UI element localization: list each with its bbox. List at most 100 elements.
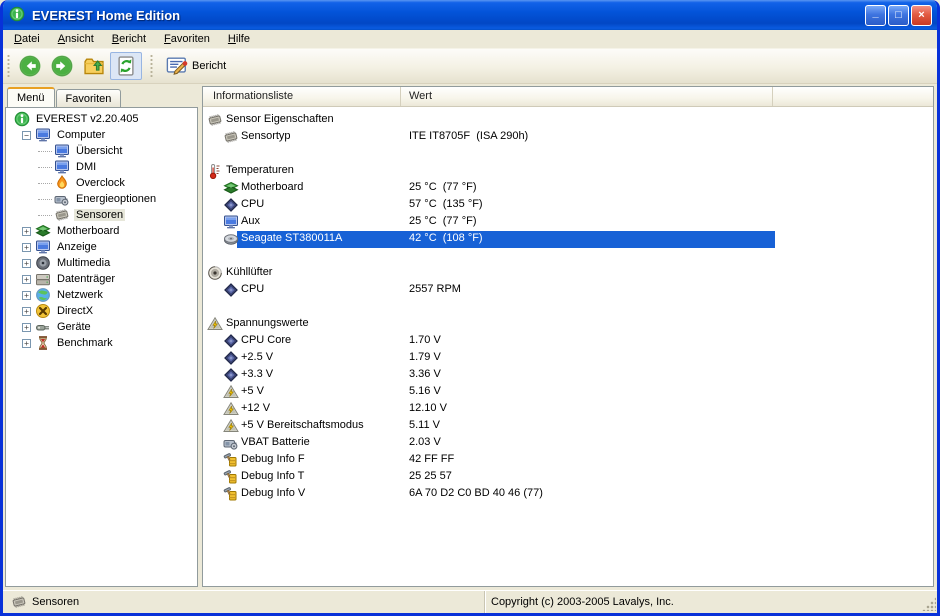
expand-toggle[interactable]: + — [22, 339, 31, 348]
row-label: +12 V — [241, 402, 270, 414]
tree-item-everest-v2-20-405[interactable]: EVEREST v2.20.405 — [8, 111, 197, 127]
row-label: Motherboard — [241, 181, 303, 193]
menu-datei[interactable]: Datei — [5, 31, 49, 48]
tree-item-motherboard[interactable]: +Motherboard — [8, 223, 197, 239]
row-label: Sensor Eigenschaften — [226, 113, 334, 125]
expand-toggle[interactable]: + — [22, 307, 31, 316]
cpu-icon — [223, 197, 239, 213]
everest-app-icon — [9, 6, 27, 24]
app-window: EVEREST Home Edition _ □ × DateiAnsichtB… — [0, 0, 940, 616]
status-section-right: Copyright (c) 2003-2005 Lavalys, Inc. — [485, 591, 922, 613]
info-row-debug-info-v[interactable]: Debug Info V6A 70 D2 C0 BD 40 46 (77) — [203, 486, 933, 503]
info-row--2-5-v[interactable]: +2.5 V1.79 V — [203, 350, 933, 367]
section-header-k-hll-fter[interactable]: Kühllüfter — [203, 265, 933, 282]
expand-toggle[interactable]: + — [22, 259, 31, 268]
title-bar[interactable]: EVEREST Home Edition _ □ × — [3, 0, 937, 30]
sidebar-tabs: MenüFavoriten — [5, 86, 198, 107]
report-button[interactable]: Bericht — [158, 52, 234, 80]
expand-toggle[interactable]: + — [22, 243, 31, 252]
row-label: CPU — [241, 198, 264, 210]
sensors-icon — [223, 129, 239, 145]
tree-item-energieoptionen[interactable]: Energieoptionen — [8, 191, 197, 207]
forward-icon — [51, 55, 73, 77]
info-row-sensortyp[interactable]: SensortypITE IT8705F (ISA 290h) — [203, 129, 933, 146]
tree-item-datentr-ger[interactable]: +Datenträger — [8, 271, 197, 287]
row-value: 12.10 V — [409, 402, 447, 414]
folder-up-button[interactable] — [78, 52, 110, 80]
menu-ansicht[interactable]: Ansicht — [49, 31, 103, 48]
tree-item-netzwerk[interactable]: +Netzwerk — [8, 287, 197, 303]
info-row--12-v[interactable]: +12 V 12.10 V — [203, 401, 933, 418]
row-label: Temperaturen — [226, 164, 294, 176]
section-header-sensor-eigenschaften[interactable]: Sensor Eigenschaften — [203, 112, 933, 129]
copyright-text: Copyright (c) 2003-2005 Lavalys, Inc. — [491, 596, 674, 608]
menu-bericht[interactable]: Bericht — [103, 31, 155, 48]
expand-toggle[interactable]: + — [22, 227, 31, 236]
menu-hilfe[interactable]: Hilfe — [219, 31, 259, 48]
tree-item-sensoren[interactable]: Sensoren — [8, 207, 197, 223]
info-row-debug-info-f[interactable]: Debug Info F42 FF FF — [203, 452, 933, 469]
row-value: 6A 70 D2 C0 BD 40 46 (77) — [409, 487, 543, 499]
column-header-wert[interactable]: Wert — [401, 87, 773, 106]
back-button[interactable] — [14, 52, 46, 80]
tree-item-computer[interactable]: −Computer — [8, 127, 197, 143]
motherboard-icon — [35, 223, 51, 239]
cpu-icon — [223, 333, 239, 349]
section-header-temperaturen[interactable]: Temperaturen — [203, 163, 933, 180]
row-label: Debug Info F — [241, 453, 305, 465]
info-row-seagate-st380011a[interactable]: Seagate ST380011A42 °C (108 °F) — [203, 231, 933, 248]
row-value: 5.16 V — [409, 385, 441, 397]
sensors-status-icon — [11, 594, 27, 610]
forward-button[interactable] — [46, 52, 78, 80]
toolbar-grip-2[interactable] — [150, 54, 153, 78]
collapse-toggle[interactable]: − — [22, 131, 31, 140]
expand-toggle[interactable]: + — [22, 323, 31, 332]
tree-item-label: Geräte — [55, 321, 93, 333]
minimize-button[interactable]: _ — [865, 5, 886, 26]
refresh-button[interactable] — [110, 52, 142, 80]
info-row--5-v-bereitschaftsmodus[interactable]: +5 V Bereitschaftsmodus5.11 V — [203, 418, 933, 435]
status-section-left: Sensoren — [3, 591, 485, 613]
overclock-icon — [54, 175, 70, 191]
row-label: Sensortyp — [241, 130, 291, 142]
tree-item--bersicht[interactable]: Übersicht — [8, 143, 197, 159]
info-row-cpu[interactable]: CPU2557 RPM — [203, 282, 933, 299]
toolbar-grip[interactable] — [7, 54, 10, 78]
tab-favoriten[interactable]: Favoriten — [56, 89, 122, 108]
info-row-debug-info-t[interactable]: Debug Info T25 25 57 — [203, 469, 933, 486]
devices-icon — [35, 319, 51, 335]
folder-up-icon — [83, 55, 105, 77]
tree-item-overclock[interactable]: Overclock — [8, 175, 197, 191]
row-label: Spannungswerte — [226, 317, 309, 329]
tree-item-multimedia[interactable]: +Multimedia — [8, 255, 197, 271]
column-header-informationsliste[interactable]: Informationsliste — [203, 87, 401, 106]
row-label: Seagate ST380011A — [241, 232, 342, 244]
overview-icon — [54, 143, 70, 159]
maximize-button[interactable]: □ — [888, 5, 909, 26]
tree-item-directx[interactable]: +DirectX — [8, 303, 197, 319]
expand-toggle[interactable]: + — [22, 291, 31, 300]
resize-grip[interactable] — [922, 597, 936, 611]
menu-favoriten[interactable]: Favoriten — [155, 31, 219, 48]
info-row-vbat-batterie[interactable]: VBAT Batterie2.03 V — [203, 435, 933, 452]
tree-item-anzeige[interactable]: +Anzeige — [8, 239, 197, 255]
close-button[interactable]: × — [911, 5, 932, 26]
info-row-motherboard[interactable]: Motherboard25 °C (77 °F) — [203, 180, 933, 197]
tree-item-benchmark[interactable]: +Benchmark — [8, 335, 197, 351]
info-row--5-v[interactable]: +5 V5.16 V — [203, 384, 933, 401]
section-header-spannungswerte[interactable]: Spannungswerte — [203, 316, 933, 333]
info-row-cpu-core[interactable]: CPU Core1.70 V — [203, 333, 933, 350]
benchmark-icon — [35, 335, 51, 351]
expand-toggle[interactable]: + — [22, 275, 31, 284]
tree-connector — [38, 215, 52, 216]
spacer-row — [203, 146, 933, 163]
row-label: Debug Info T — [241, 470, 304, 482]
info-row-cpu[interactable]: CPU57 °C (135 °F) — [203, 197, 933, 214]
row-value: 2.03 V — [409, 436, 441, 448]
tree-item-dmi[interactable]: DMI — [8, 159, 197, 175]
tree-item-ger-te[interactable]: + Geräte — [8, 319, 197, 335]
tab-men[interactable]: Menü — [7, 87, 55, 107]
info-row-aux[interactable]: Aux25 °C (77 °F) — [203, 214, 933, 231]
info-row--3-3-v[interactable]: +3.3 V3.36 V — [203, 367, 933, 384]
power-icon — [54, 191, 70, 207]
